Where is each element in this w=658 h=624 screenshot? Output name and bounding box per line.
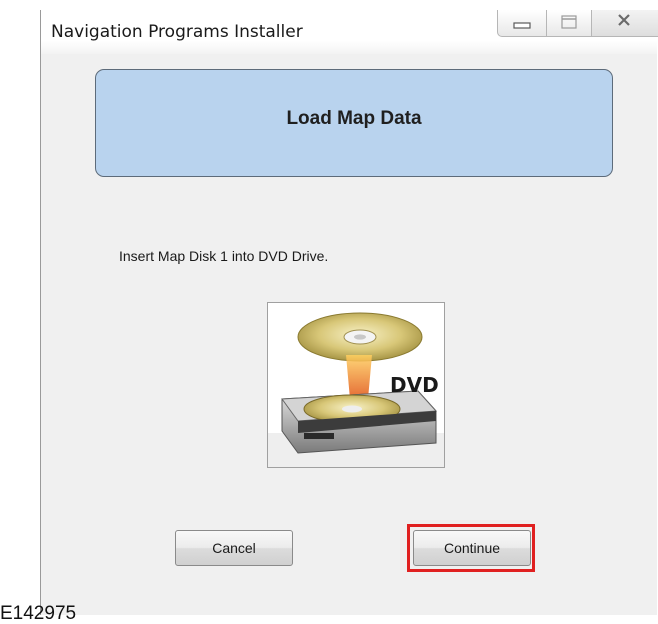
banner-title: Load Map Data (286, 108, 422, 129)
close-button[interactable] (591, 10, 658, 37)
minimize-button[interactable] (497, 10, 547, 37)
dvd-label: DVD (390, 373, 439, 397)
header-banner: Load Map Data (95, 69, 613, 177)
maximize-button[interactable] (546, 10, 592, 37)
continue-highlight-box (407, 524, 535, 572)
instruction-text: Insert Map Disk 1 into DVD Drive. (119, 248, 329, 264)
dvd-drive-image: DVD (267, 302, 445, 468)
maximize-icon (561, 15, 577, 29)
figure-id-label: E142975 (0, 603, 77, 624)
window-title: Navigation Programs Installer (51, 22, 303, 42)
title-bar[interactable]: Navigation Programs Installer (41, 10, 658, 54)
close-icon (618, 14, 630, 26)
minimize-icon (513, 22, 531, 29)
cancel-button[interactable]: Cancel (175, 530, 293, 566)
installer-window: Navigation Programs Installer Load Map D… (40, 10, 658, 615)
